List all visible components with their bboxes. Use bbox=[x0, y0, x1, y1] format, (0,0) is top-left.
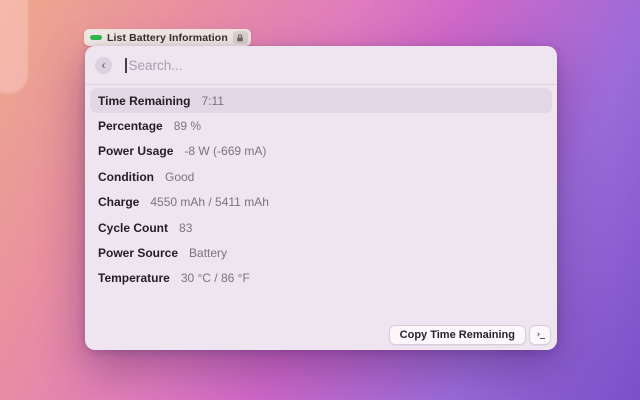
list-item-label: Power Source bbox=[98, 246, 179, 261]
search-bar: ‹ bbox=[85, 46, 557, 84]
list-item-power-source[interactable]: Power Source Battery bbox=[90, 240, 552, 265]
lock-icon bbox=[232, 31, 248, 44]
list-item-label: Power Usage bbox=[98, 144, 174, 159]
list-item-label: Charge bbox=[98, 195, 140, 210]
copy-time-remaining-label: Copy Time Remaining bbox=[399, 329, 515, 341]
list-item-value: Good bbox=[164, 169, 195, 184]
command-tag-label: List Battery Information bbox=[107, 31, 228, 44]
list-item-value: 30 °C / 86 °F bbox=[180, 271, 250, 286]
list-item-label: Temperature bbox=[98, 271, 170, 286]
list-item-value: 83 bbox=[179, 220, 193, 235]
list-item-value: 4550 mAh / 5411 mAh bbox=[150, 195, 269, 210]
terminal-icon[interactable]: ›_ bbox=[529, 325, 551, 345]
list-item-label: Time Remaining bbox=[98, 93, 191, 108]
search-input[interactable] bbox=[128, 57, 545, 73]
list-item-value: -8 W (-669 mA) bbox=[184, 144, 267, 159]
list-item-temperature[interactable]: Temperature 30 °C / 86 °F bbox=[90, 266, 552, 291]
action-bar: Copy Time Remaining ›_ bbox=[85, 325, 557, 350]
list-item-charge[interactable]: Charge 4550 mAh / 5411 mAh bbox=[90, 190, 552, 215]
copy-time-remaining-button[interactable]: Copy Time Remaining bbox=[388, 325, 526, 345]
battery-bar-icon bbox=[90, 35, 102, 40]
list-item-power-usage[interactable]: Power Usage -8 W (-669 mA) bbox=[90, 139, 552, 164]
list-item-label: Percentage bbox=[98, 119, 163, 134]
text-caret bbox=[125, 57, 127, 73]
list-item-condition[interactable]: Condition Good bbox=[90, 164, 552, 189]
wallpaper-blob bbox=[0, 0, 28, 94]
list-item-percentage[interactable]: Percentage 89 % bbox=[90, 113, 552, 138]
battery-info-list: Time Remaining 7:11 Percentage 89 % Powe… bbox=[85, 85, 557, 325]
list-item-value: 7:11 bbox=[201, 93, 224, 108]
back-button[interactable]: ‹ bbox=[95, 56, 112, 74]
list-item-time-remaining[interactable]: Time Remaining 7:11 bbox=[90, 88, 552, 114]
list-item-label: Condition bbox=[98, 169, 154, 184]
list-item-value: 89 % bbox=[173, 119, 202, 134]
list-item-cycle-count[interactable]: Cycle Count 83 bbox=[90, 215, 552, 240]
list-item-label: Cycle Count bbox=[98, 220, 169, 235]
list-item-value: Battery bbox=[189, 246, 228, 261]
command-tag[interactable]: List Battery Information bbox=[84, 29, 251, 46]
launcher-window: ‹ Time Remaining 7:11 Percentage 89 % Po… bbox=[85, 46, 557, 350]
chevron-left-icon: ‹ bbox=[101, 57, 106, 72]
